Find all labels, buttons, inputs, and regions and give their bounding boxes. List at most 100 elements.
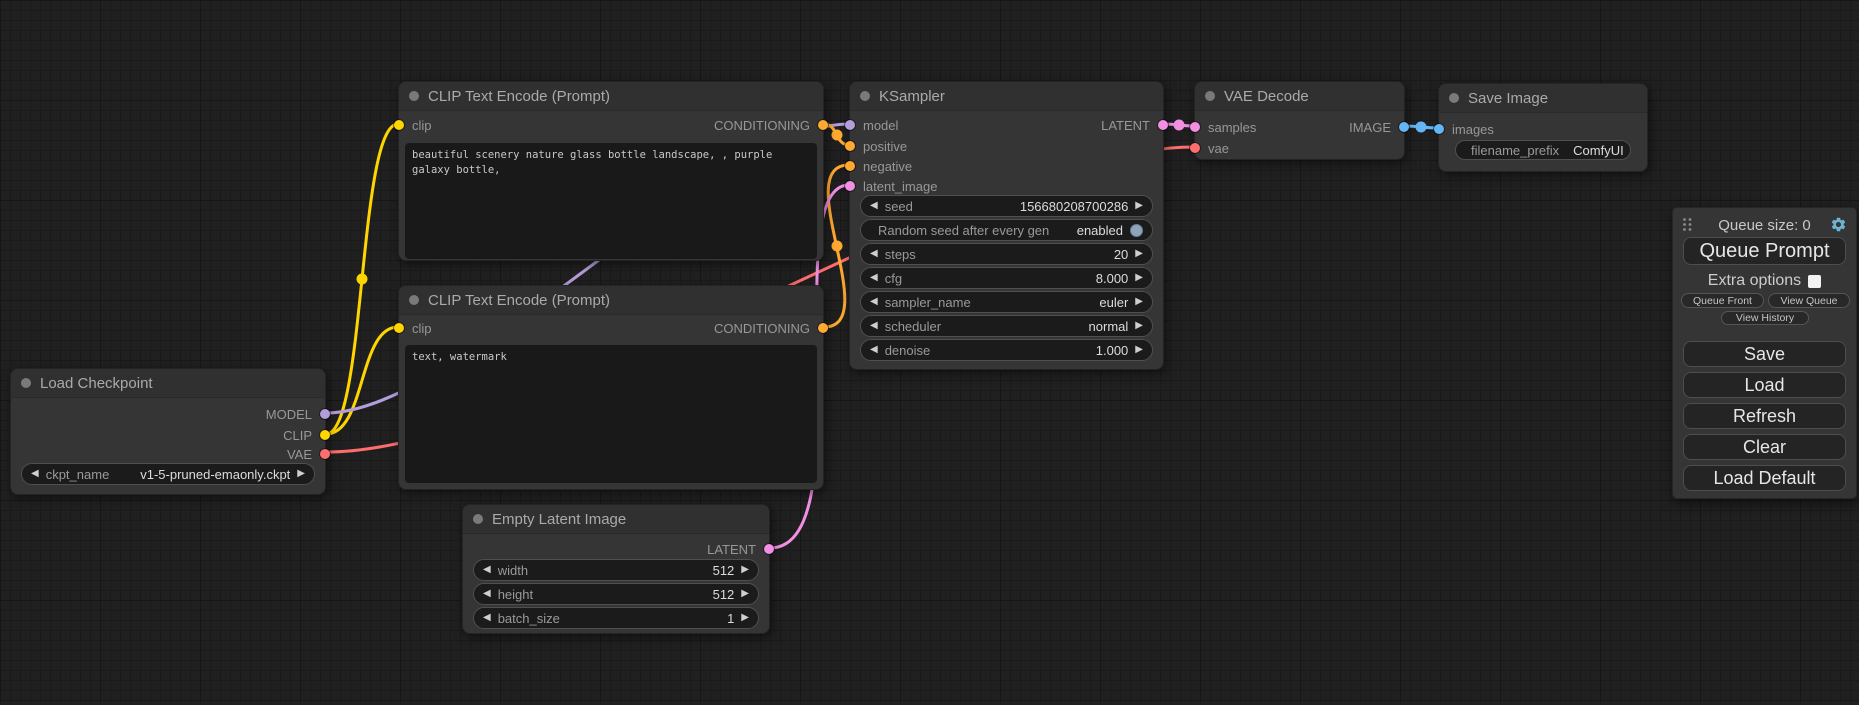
gear-icon[interactable] — [1830, 216, 1847, 233]
refresh-button[interactable]: Refresh — [1683, 403, 1846, 429]
decrement-arrow-icon[interactable] — [870, 249, 878, 259]
node-title: CLIP Text Encode (Prompt) — [428, 292, 610, 309]
latent-image-input-dot[interactable] — [845, 181, 855, 191]
decrement-arrow-icon[interactable] — [870, 201, 878, 211]
node-load-checkpoint[interactable]: Load Checkpoint MODEL CLIP VAE ckpt_name… — [10, 368, 326, 495]
increment-arrow-icon[interactable] — [1135, 321, 1143, 331]
decrement-arrow-icon[interactable] — [870, 321, 878, 331]
positive-prompt-textarea[interactable]: beautiful scenery nature glass bottle la… — [405, 143, 817, 259]
vae-input-dot[interactable] — [1190, 143, 1200, 153]
node-titlebar[interactable]: VAE Decode — [1195, 82, 1404, 111]
node-titlebar[interactable]: Save Image — [1439, 84, 1647, 113]
decrement-arrow-icon[interactable] — [870, 345, 878, 355]
view-queue-button[interactable]: View Queue — [1768, 293, 1850, 308]
images-input-dot[interactable] — [1434, 124, 1444, 134]
collapse-dot-icon[interactable] — [409, 91, 419, 101]
queue-panel-header: Queue size: 0 — [1673, 214, 1856, 236]
filename-prefix-widget[interactable]: filename_prefix ComfyUI — [1455, 140, 1631, 160]
width-widget[interactable]: width 512 — [473, 559, 759, 581]
model-output-dot[interactable] — [320, 409, 330, 419]
node-title: KSampler — [879, 88, 945, 105]
random-seed-widget[interactable]: Random seed after every gen enabled — [860, 219, 1153, 241]
input-slot-negative: negative — [850, 157, 1163, 175]
collapse-dot-icon[interactable] — [860, 91, 870, 101]
decrement-arrow-icon[interactable] — [870, 273, 878, 283]
save-button[interactable]: Save — [1683, 341, 1846, 367]
latent-output-dot[interactable] — [764, 544, 774, 554]
increment-arrow-icon[interactable] — [1135, 273, 1143, 283]
collapse-dot-icon[interactable] — [21, 378, 31, 388]
increment-arrow-icon[interactable] — [1135, 297, 1143, 307]
clip-output-dot[interactable] — [320, 430, 330, 440]
node-clip-text-encode-positive[interactable]: CLIP Text Encode (Prompt) clip CONDITION… — [398, 81, 824, 261]
node-titlebar[interactable]: KSampler — [850, 82, 1163, 111]
random-seed-toggle[interactable] — [1130, 224, 1143, 237]
scheduler-widget[interactable]: scheduler normal — [860, 315, 1153, 337]
node-titlebar[interactable]: Load Checkpoint — [11, 369, 325, 398]
node-title: Empty Latent Image — [492, 511, 626, 528]
seed-widget[interactable]: seed 156680208700286 — [860, 195, 1153, 217]
latent-output-dot[interactable] — [1158, 120, 1168, 130]
increment-arrow-icon[interactable] — [1135, 345, 1143, 355]
negative-prompt-textarea[interactable]: text, watermark — [405, 345, 817, 483]
node-ksampler[interactable]: KSampler model LATENT positive negative … — [849, 81, 1164, 370]
increment-arrow-icon[interactable] — [741, 589, 749, 599]
node-titlebar[interactable]: CLIP Text Encode (Prompt) — [399, 286, 823, 315]
denoise-widget[interactable]: denoise 1.000 — [860, 339, 1153, 361]
image-output-dot[interactable] — [1399, 122, 1409, 132]
comfyui-canvas[interactable]: { "colors": { "model": "#b39ddb", "clip"… — [0, 0, 1859, 705]
increment-arrow-icon[interactable] — [1135, 201, 1143, 211]
queue-front-button[interactable]: Queue Front — [1681, 293, 1764, 308]
clear-button[interactable]: Clear — [1683, 434, 1846, 460]
decrement-arrow-icon[interactable] — [483, 589, 491, 599]
output-slot-latent: LATENT — [850, 116, 1163, 134]
decrement-arrow-icon[interactable] — [31, 469, 39, 479]
node-clip-text-encode-negative[interactable]: CLIP Text Encode (Prompt) clip CONDITION… — [398, 285, 824, 490]
positive-input-dot[interactable] — [845, 141, 855, 151]
load-button[interactable]: Load — [1683, 372, 1846, 398]
node-titlebar[interactable]: CLIP Text Encode (Prompt) — [399, 82, 823, 111]
increment-arrow-icon[interactable] — [297, 469, 305, 479]
steps-widget[interactable]: steps 20 — [860, 243, 1153, 265]
output-slot-vae: VAE — [11, 445, 325, 463]
output-slot-clip: CLIP — [11, 426, 325, 444]
node-titlebar[interactable]: Empty Latent Image — [463, 505, 769, 534]
sampler-name-widget[interactable]: sampler_name euler — [860, 291, 1153, 313]
height-widget[interactable]: height 512 — [473, 583, 759, 605]
node-title: VAE Decode — [1224, 88, 1309, 105]
link-midpoint-dot — [832, 241, 843, 252]
decrement-arrow-icon[interactable] — [870, 297, 878, 307]
output-slot-model: MODEL — [11, 405, 325, 423]
view-history-button[interactable]: View History — [1721, 311, 1809, 325]
increment-arrow-icon[interactable] — [741, 565, 749, 575]
cfg-widget[interactable]: cfg 8.000 — [860, 267, 1153, 289]
node-vae-decode[interactable]: VAE Decode samples IMAGE vae — [1194, 81, 1405, 160]
input-slot-vae: vae — [1195, 139, 1404, 157]
conditioning-output-dot[interactable] — [818, 120, 828, 130]
queue-panel[interactable]: Queue size: 0 Queue Prompt Extra options… — [1672, 207, 1857, 499]
node-save-image[interactable]: Save Image images filename_prefix ComfyU… — [1438, 83, 1648, 172]
load-default-button[interactable]: Load Default — [1683, 465, 1846, 491]
node-empty-latent-image[interactable]: Empty Latent Image LATENT width 512 heig… — [462, 504, 770, 634]
negative-input-dot[interactable] — [845, 161, 855, 171]
collapse-dot-icon[interactable] — [1449, 93, 1459, 103]
queue-prompt-button[interactable]: Queue Prompt — [1683, 237, 1846, 265]
vae-output-dot[interactable] — [320, 449, 330, 459]
batch-size-widget[interactable]: batch_size 1 — [473, 607, 759, 629]
link-midpoint-dot — [357, 274, 368, 285]
increment-arrow-icon[interactable] — [741, 613, 749, 623]
extra-options-checkbox[interactable] — [1808, 275, 1821, 288]
ckpt-name-widget[interactable]: ckpt_name v1-5-pruned-emaonly.ckpt — [21, 463, 315, 485]
collapse-dot-icon[interactable] — [409, 295, 419, 305]
input-slot-positive: positive — [850, 137, 1163, 155]
collapse-dot-icon[interactable] — [473, 514, 483, 524]
collapse-dot-icon[interactable] — [1205, 91, 1215, 101]
decrement-arrow-icon[interactable] — [483, 565, 491, 575]
input-slot-images: images — [1439, 120, 1647, 138]
extra-options-label: Extra options — [1708, 272, 1801, 290]
increment-arrow-icon[interactable] — [1135, 249, 1143, 259]
decrement-arrow-icon[interactable] — [483, 613, 491, 623]
link-midpoint-dot — [1416, 122, 1427, 133]
conditioning-output-dot[interactable] — [818, 323, 828, 333]
output-slot-conditioning: CONDITIONING — [399, 319, 823, 337]
